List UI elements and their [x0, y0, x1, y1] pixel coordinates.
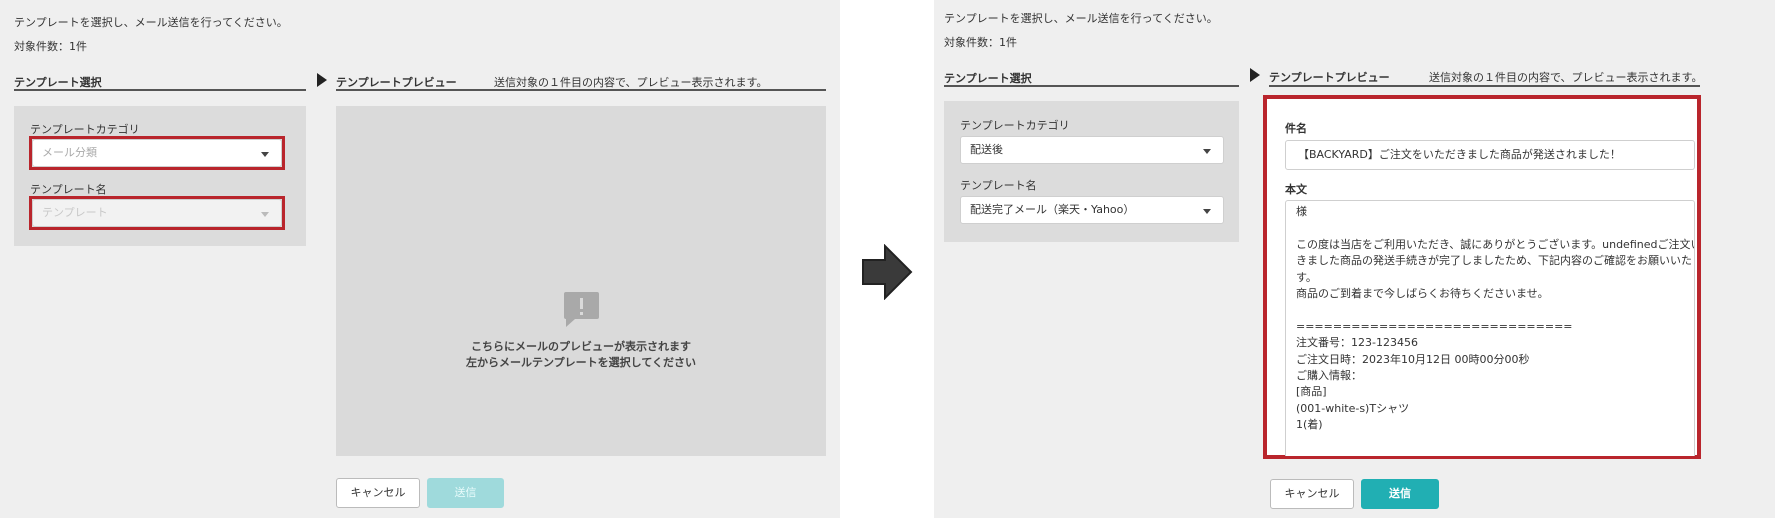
- divider: [1269, 85, 1700, 87]
- divider: [14, 89, 306, 91]
- panel-before: テンプレートを選択し、メール送信を行ってください。 対象件数：1件 テンプレート…: [0, 0, 840, 518]
- body-line: 1(着): [1296, 418, 1323, 432]
- cancel-button[interactable]: キャンセル: [1270, 479, 1354, 509]
- panel-after: テンプレートを選択し、メール送信を行ってください。 対象件数：1件 テンプレート…: [934, 0, 1775, 518]
- section-title-template-select: テンプレート選択: [944, 72, 1032, 85]
- instruction-text: テンプレートを選択し、メール送信を行ってください。: [14, 16, 288, 29]
- section-title-template-select: テンプレート選択: [14, 76, 102, 89]
- right-arrow-icon: [862, 244, 913, 300]
- triangle-right-icon: [1250, 68, 1260, 82]
- preview-panel: 件名 【BACKYARD】ご注文をいただきました商品が発送されました！ 本文 様…: [1263, 95, 1701, 459]
- category-select[interactable]: 配送後: [960, 136, 1224, 164]
- subject-label: 件名: [1285, 122, 1307, 135]
- cancel-button[interactable]: キャンセル: [336, 478, 420, 508]
- target-count: 対象件数：1件: [944, 36, 1017, 49]
- empty-message-line1: こちらにメールのプレビューが表示されます: [471, 340, 691, 353]
- preview-note: 送信対象の１件目の内容で、プレビュー表示されます。: [494, 76, 768, 89]
- template-select-box: テンプレートカテゴリ メール分類 テンプレート名 テンプレート: [14, 106, 306, 246]
- chevron-down-icon: [1203, 149, 1211, 154]
- category-value: 配送後: [970, 143, 1003, 156]
- send-button[interactable]: 送信: [427, 478, 504, 508]
- empty-message-line2: 左からメールテンプレートを選択してください: [465, 356, 696, 369]
- preview-note: 送信対象の１件目の内容で、プレビュー表示されます。: [1429, 71, 1703, 84]
- body-line: [1296, 302, 1684, 318]
- preview-title: テンプレートプレビュー: [1269, 71, 1390, 84]
- body-line: [商品]: [1296, 385, 1327, 399]
- body-line: 様: [1296, 205, 1307, 218]
- body-line: 商品のご到着まで今しばらくお待ちくださいませ。: [1296, 286, 1549, 300]
- body-line: [1296, 220, 1684, 236]
- target-count: 対象件数：1件: [14, 40, 87, 53]
- template-name-label: テンプレート名: [960, 179, 1037, 192]
- category-label: テンプレートカテゴリ: [30, 123, 140, 136]
- body-line: す。: [1296, 270, 1317, 284]
- triangle-right-icon: [317, 73, 327, 87]
- body-label: 本文: [1285, 183, 1307, 196]
- body-textarea[interactable]: 様 この度は当店をご利用いただき、誠にありがとうございます。undefinedご…: [1285, 200, 1695, 456]
- preview-title: テンプレートプレビュー: [336, 76, 457, 89]
- body-line: (001-white-s)Tシャツ: [1296, 401, 1410, 415]
- body-line: ご購入情報：: [1296, 368, 1362, 382]
- template-name-value: 配送完了メール（楽天・Yahoo）: [970, 203, 1135, 216]
- divider: [336, 89, 826, 91]
- subject-field[interactable]: 【BACKYARD】ご注文をいただきました商品が発送されました！: [1285, 140, 1695, 170]
- body-line: この度は当店をご利用いただき、誠にありがとうございます。undefinedご注文…: [1296, 237, 1695, 251]
- highlight-frame: [29, 136, 285, 170]
- body-line: きました商品の発送手続きが完了しましたため、下記内容のご確認をお願いいたしま: [1296, 254, 1695, 268]
- instruction-text: テンプレートを選択し、メール送信を行ってください。: [944, 12, 1218, 25]
- chevron-down-icon: [1203, 209, 1211, 214]
- divider: [944, 85, 1239, 87]
- send-button[interactable]: 送信: [1361, 479, 1439, 509]
- template-name-select[interactable]: 配送完了メール（楽天・Yahoo）: [960, 196, 1224, 224]
- template-select-box: テンプレートカテゴリ 配送後 テンプレート名 配送完了メール（楽天・Yahoo）: [944, 101, 1239, 242]
- body-line: ==============================: [1296, 319, 1573, 333]
- body-line: ご注文日時：2023年10月12日 00時00分00秒: [1296, 352, 1530, 366]
- alert-message-icon: [564, 292, 599, 327]
- highlight-frame: [29, 196, 285, 230]
- preview-empty-area: こちらにメールのプレビューが表示されます 左からメールテンプレートを選択してくだ…: [336, 106, 826, 456]
- category-label: テンプレートカテゴリ: [960, 119, 1070, 132]
- template-name-label: テンプレート名: [30, 183, 107, 196]
- body-line: 注文番号：123-123456: [1296, 336, 1418, 350]
